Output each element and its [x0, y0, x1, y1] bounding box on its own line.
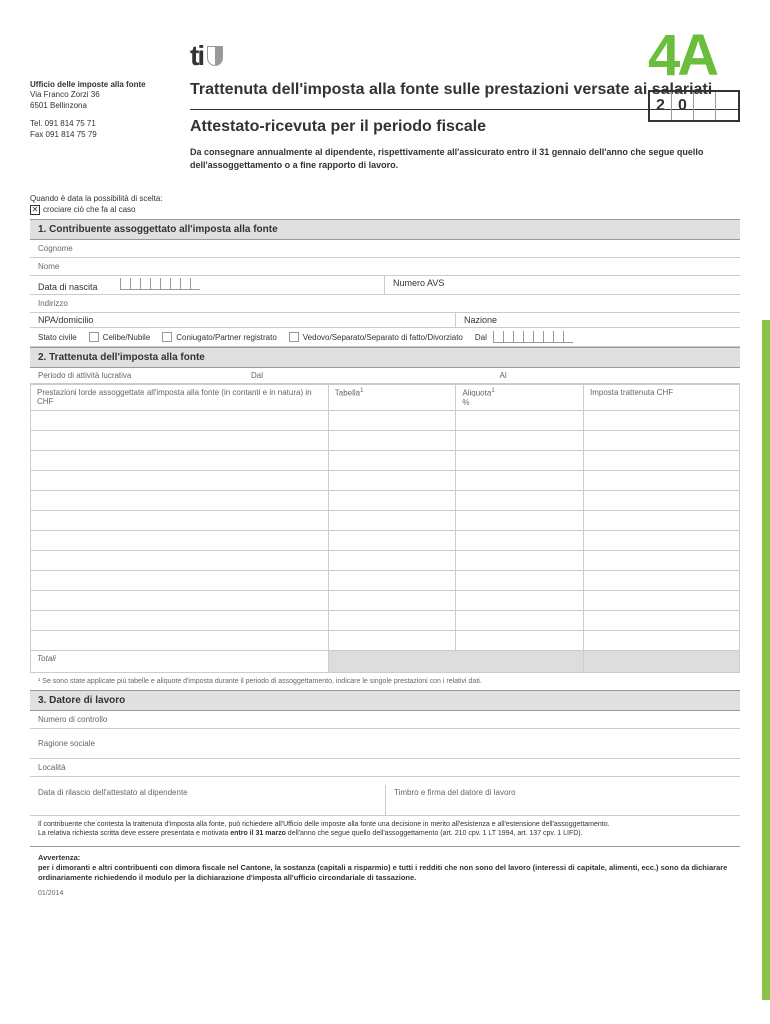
- col-prestazioni: Prestazioni lorde assoggettate all'impos…: [31, 385, 329, 411]
- office-info: Ufficio delle imposte alla fonte Via Fra…: [30, 40, 170, 179]
- col-aliquota: Aliquota1%: [456, 385, 584, 411]
- table-row[interactable]: [31, 450, 740, 470]
- year-digit-2: 0: [672, 92, 694, 120]
- table-row[interactable]: [31, 570, 740, 590]
- totali-row: Totali: [31, 650, 740, 672]
- numero-controllo-field[interactable]: Numero di controllo: [30, 711, 740, 729]
- table-row[interactable]: [31, 470, 740, 490]
- data-rilascio-field[interactable]: Data di rilascio dell'attestato al dipen…: [30, 785, 385, 815]
- office-address2: 6501 Bellinzona: [30, 101, 170, 111]
- header-area: Ufficio delle imposte alla fonte Via Fra…: [30, 40, 740, 179]
- vedovo-checkbox[interactable]: [289, 332, 299, 342]
- table-row[interactable]: [31, 530, 740, 550]
- office-address1: Via Franco Zorzi 36: [30, 90, 170, 100]
- green-accent-bar: [762, 320, 770, 1000]
- office-fax: Fax 091 814 75 79: [30, 130, 170, 140]
- totali-mid[interactable]: [328, 650, 583, 672]
- ti-logo: ti: [190, 40, 203, 72]
- table-row[interactable]: [31, 550, 740, 570]
- stato-civile-row: Stato civile Celibe/Nubile Coniugato/Par…: [30, 328, 740, 347]
- section1-header: 1. Contribuente assoggettato all'imposta…: [30, 219, 740, 240]
- office-tel: Tel. 091 814 75 71: [30, 119, 170, 129]
- document-date: 01/2014: [30, 888, 740, 899]
- npa-field[interactable]: NPA/domicilio: [30, 313, 456, 327]
- year-digit-4[interactable]: [716, 92, 738, 120]
- choice-instruction: Quando è data la possibilità di scelta: …: [30, 194, 740, 215]
- table-row[interactable]: [31, 590, 740, 610]
- table-row[interactable]: [31, 510, 740, 530]
- delivery-instruction: Da consegnare annualmente al dipendente,…: [190, 146, 740, 171]
- table-footnote: ¹ Se sono state applicate più tabelle e …: [30, 673, 740, 690]
- table-row[interactable]: [31, 410, 740, 430]
- year-digit-3[interactable]: [694, 92, 716, 120]
- year-digit-1: 2: [650, 92, 672, 120]
- shield-icon: [207, 46, 223, 66]
- office-name: Ufficio delle imposte alla fonte: [30, 80, 170, 90]
- nome-field[interactable]: Nome: [30, 258, 740, 276]
- periodo-row: Periodo di attività lucrativa Dal Al: [30, 368, 740, 384]
- checkbox-x-icon: ✕: [30, 205, 40, 215]
- localita-field[interactable]: Località: [30, 759, 740, 777]
- legal-text: Il contribuente che contesta la trattenu…: [30, 816, 740, 842]
- trattenuta-table: Prestazioni lorde assoggettate all'impos…: [30, 384, 740, 673]
- ragione-sociale-field[interactable]: Ragione sociale: [30, 729, 740, 759]
- totali-imposta[interactable]: [584, 650, 740, 672]
- timbro-field[interactable]: Timbro e firma del datore di lavoro: [385, 785, 740, 815]
- nazione-field[interactable]: Nazione: [456, 313, 740, 327]
- dal-date-ticks[interactable]: [493, 331, 573, 343]
- date-ticks: [120, 278, 200, 290]
- form-code: 4A: [648, 30, 740, 82]
- cognome-field[interactable]: Cognome: [30, 240, 740, 258]
- periodo-dal[interactable]: Dal: [243, 368, 492, 383]
- col-imposta: Imposta trattenuta CHF: [584, 385, 740, 411]
- table-row[interactable]: [31, 630, 740, 650]
- section2-header: 2. Trattenuta dell'imposta alla fonte: [30, 347, 740, 368]
- data-nascita-field[interactable]: Data di nascita: [30, 276, 385, 294]
- celibe-checkbox[interactable]: [89, 332, 99, 342]
- indirizzo-field[interactable]: Indirizzo: [30, 295, 740, 313]
- col-tabella: Tabella1: [328, 385, 456, 411]
- section3-header: 3. Datore di lavoro: [30, 690, 740, 711]
- table-row[interactable]: [31, 490, 740, 510]
- periodo-al[interactable]: Al: [492, 368, 741, 383]
- year-input-box[interactable]: 2 0: [648, 90, 740, 122]
- table-row[interactable]: [31, 610, 740, 630]
- numero-avs-field[interactable]: Numero AVS: [385, 276, 740, 294]
- table-row[interactable]: [31, 430, 740, 450]
- avvertenza-block: Avvertenza: per i dimoranti e altri cont…: [30, 846, 740, 888]
- form-page: 4A 2 0 Ufficio delle imposte alla fonte …: [0, 0, 770, 1024]
- coniugato-checkbox[interactable]: [162, 332, 172, 342]
- signature-row: Data di rilascio dell'attestato al dipen…: [30, 785, 740, 816]
- form-code-block: 4A 2 0: [648, 30, 740, 122]
